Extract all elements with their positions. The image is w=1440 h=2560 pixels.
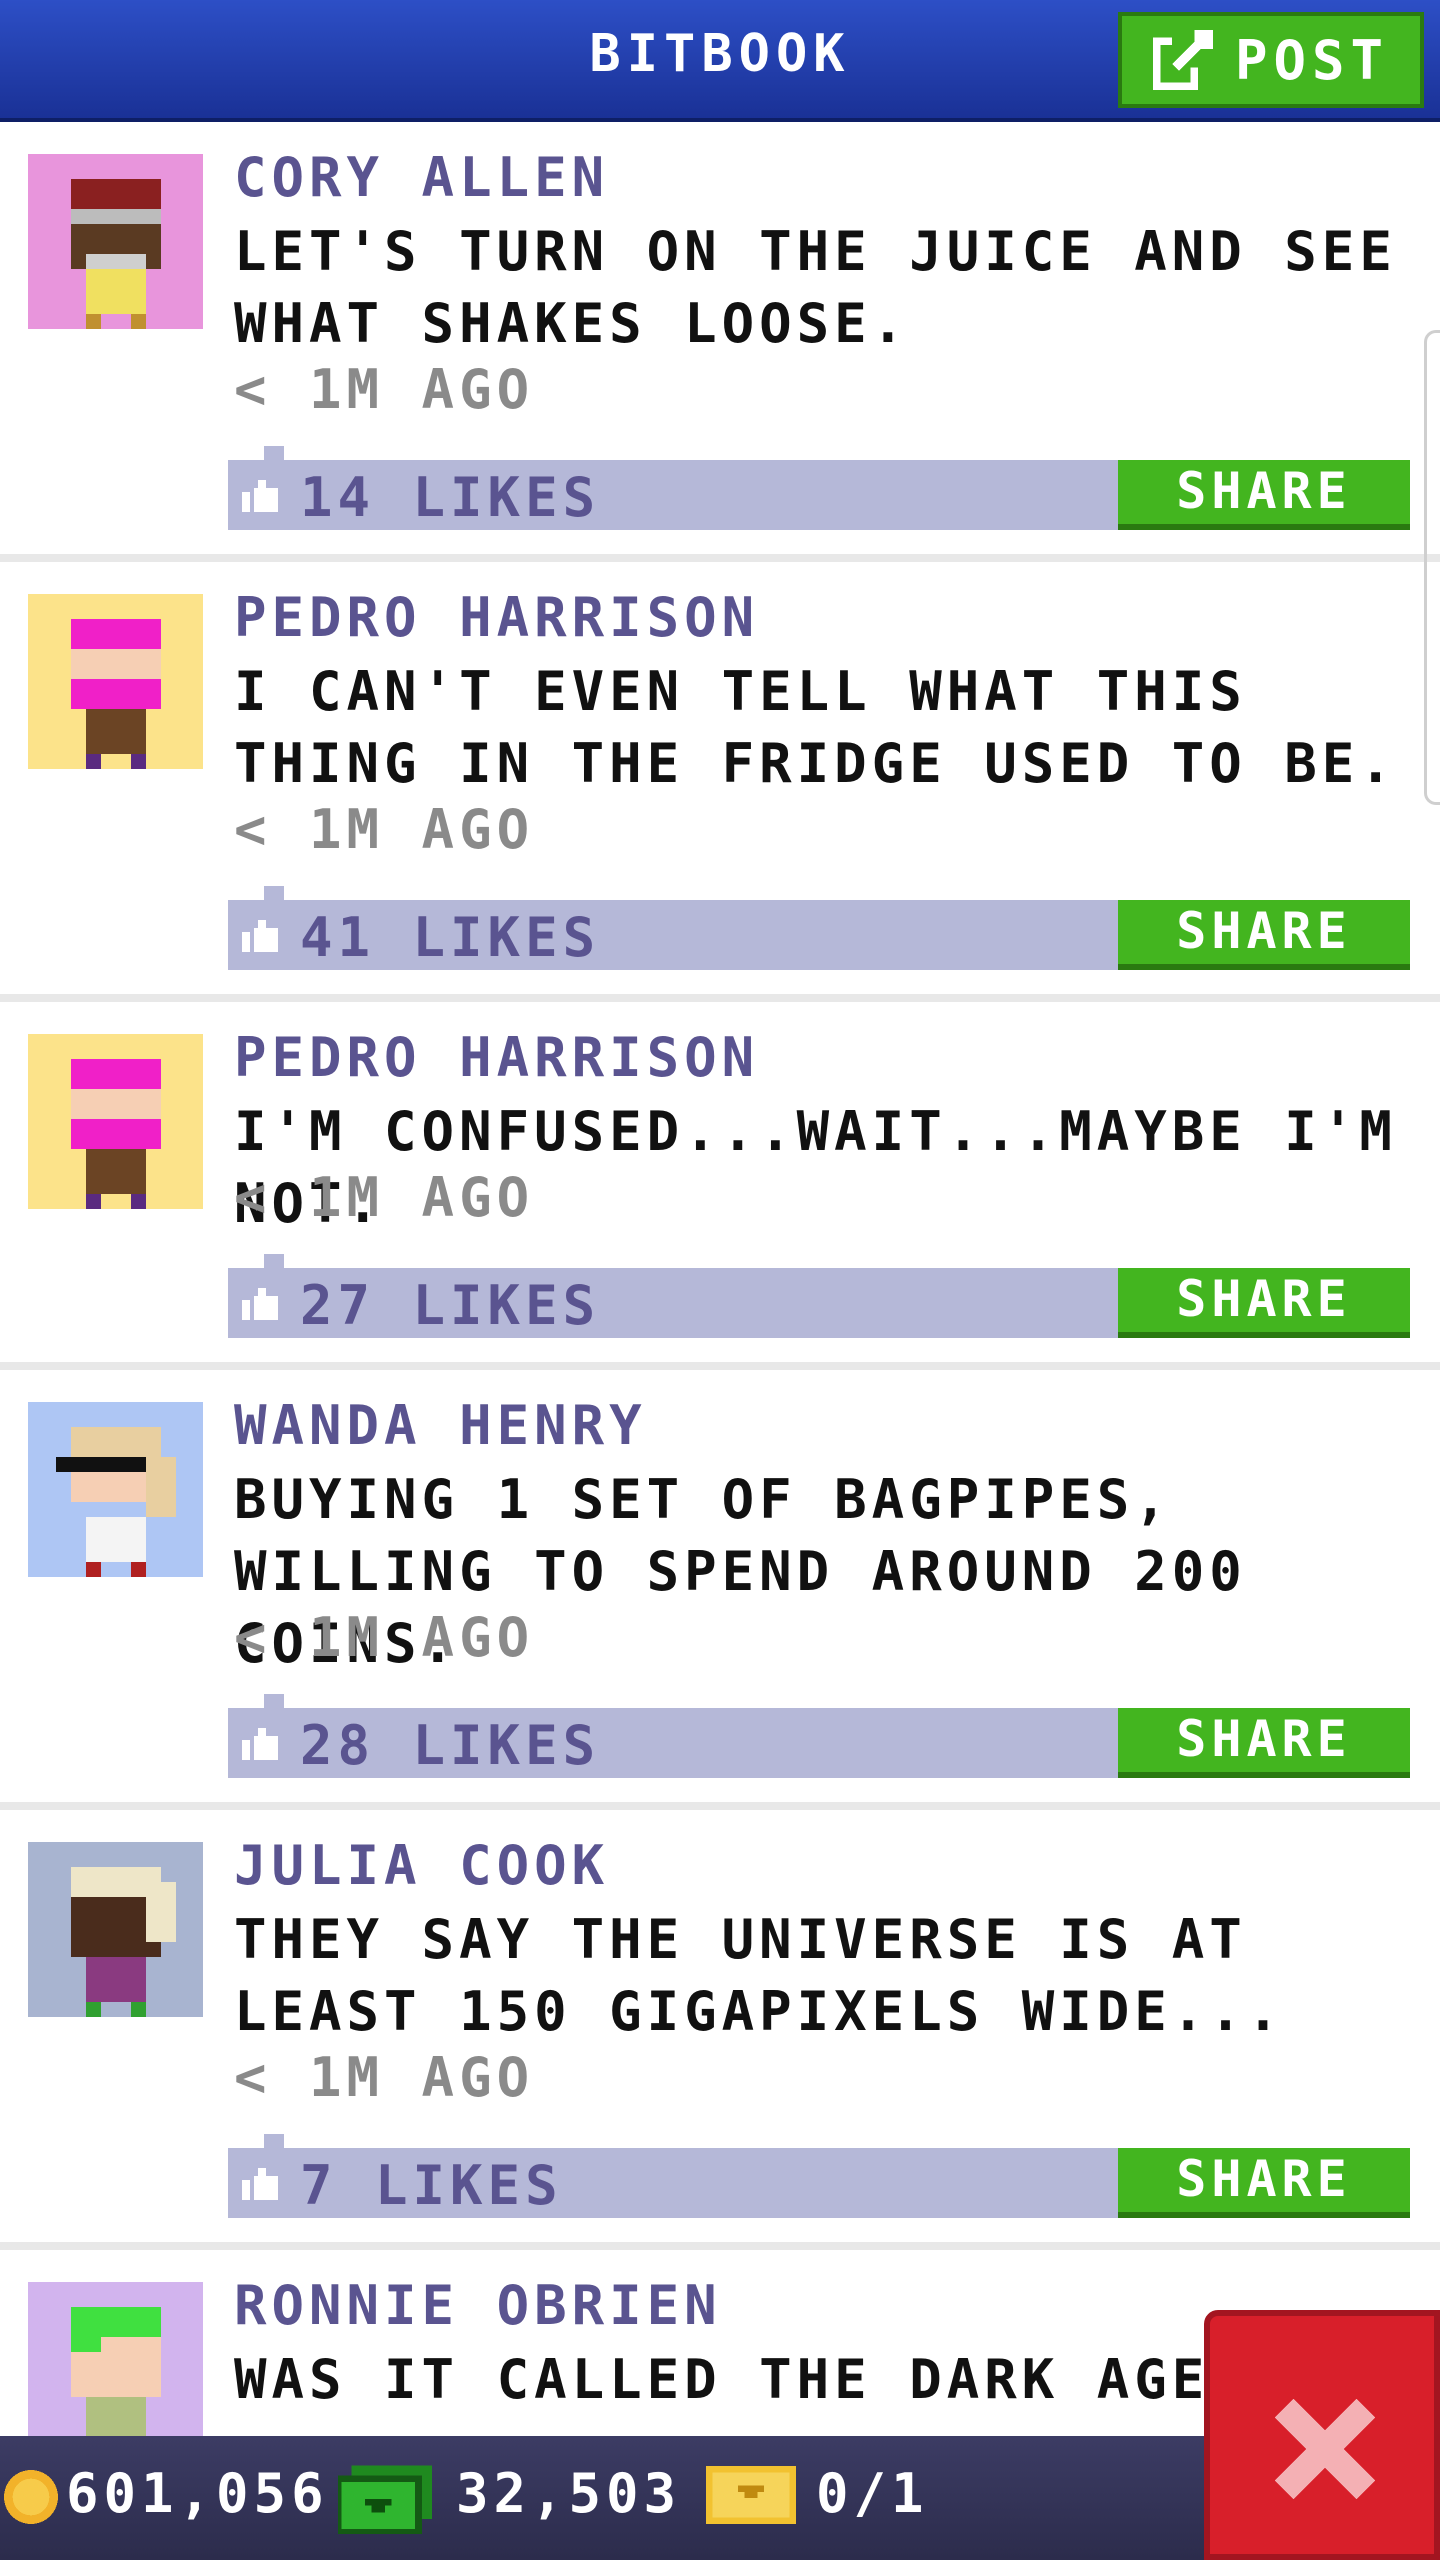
avatar <box>28 2282 203 2457</box>
post-message: THEY SAY THE UNIVERSE IS AT LEAST 150 GI… <box>234 1908 1285 2043</box>
post-author[interactable]: CORY ALLEN <box>234 146 609 209</box>
close-icon <box>1274 2398 1376 2500</box>
bux-icon <box>338 2465 432 2534</box>
like-bar-notch <box>264 886 284 900</box>
feed[interactable]: CORY ALLEN LET'S TURN ON THE JUICE AND S… <box>0 122 1440 2550</box>
likes-count: 28 LIKES <box>300 1714 601 1777</box>
post-author[interactable]: PEDRO HARRISON <box>234 586 759 649</box>
post-time: < 1M AGO <box>234 1166 535 1229</box>
feed-post: PEDRO HARRISON I'M CONFUSED...WAIT...MAY… <box>0 1002 1440 1370</box>
post-button[interactable]: POST <box>1118 12 1424 108</box>
compose-icon <box>1152 30 1213 90</box>
post-time: < 1M AGO <box>234 1606 535 1669</box>
ticket-icon <box>706 2466 796 2524</box>
thumbs-up-icon <box>242 1288 278 1320</box>
coin-icon <box>4 2470 58 2524</box>
post-author[interactable]: JULIA COOK <box>234 1834 609 1897</box>
avatar <box>28 594 203 769</box>
like-bar-notch <box>264 1694 284 1708</box>
thumbs-up-icon <box>242 2168 278 2200</box>
thumbs-up-icon <box>242 480 278 512</box>
share-button[interactable]: SHARE <box>1118 900 1410 970</box>
tickets-count: 0/1 <box>816 2462 929 2525</box>
avatar <box>28 1402 203 1577</box>
like-bar-notch <box>264 446 284 460</box>
likes-count: 14 LIKES <box>300 466 601 529</box>
app-header: BITBOOK POST <box>0 0 1440 122</box>
share-button[interactable]: SHARE <box>1118 2148 1410 2218</box>
avatar-julia-icon <box>70 1867 176 2017</box>
post-message: LET'S TURN ON THE JUICE AND SEE WHAT SHA… <box>234 220 1435 355</box>
share-button[interactable]: SHARE <box>1118 1268 1410 1338</box>
avatar-ronnie-icon <box>70 2307 161 2442</box>
post-author[interactable]: RONNIE OBRIEN <box>234 2274 722 2337</box>
coins-count: 601,056 <box>66 2462 329 2525</box>
thumbs-up-icon <box>242 1728 278 1760</box>
avatar-cory-icon <box>70 179 161 329</box>
feed-post: PEDRO HARRISON I CAN'T EVEN TELL WHAT TH… <box>0 562 1440 1002</box>
avatar <box>28 1842 203 2017</box>
post-author[interactable]: WANDA HENRY <box>234 1394 647 1457</box>
like-bar-notch <box>264 1254 284 1268</box>
likes-count: 7 LIKES <box>300 2154 563 2217</box>
likes-count: 27 LIKES <box>300 1274 601 1337</box>
likes-count: 41 LIKES <box>300 906 601 969</box>
feed-post: WANDA HENRY BUYING 1 SET OF BAGPIPES, WI… <box>0 1370 1440 1810</box>
post-time: < 1M AGO <box>234 2046 535 2109</box>
feed-post: JULIA COOK THEY SAY THE UNIVERSE IS AT L… <box>0 1810 1440 2250</box>
share-button[interactable]: SHARE <box>1118 460 1410 530</box>
avatar-wanda-icon <box>55 1427 176 1577</box>
close-button[interactable] <box>1204 2310 1440 2560</box>
post-time: < 1M AGO <box>234 798 535 861</box>
post-button-label: POST <box>1234 28 1390 92</box>
post-message: I CAN'T EVEN TELL WHAT THIS THING IN THE… <box>234 660 1397 795</box>
post-author[interactable]: PEDRO HARRISON <box>234 1026 759 1089</box>
scroll-indicator[interactable] <box>1424 330 1440 805</box>
avatar <box>28 154 203 329</box>
avatar-pedro-icon <box>70 1059 161 1209</box>
feed-post: CORY ALLEN LET'S TURN ON THE JUICE AND S… <box>0 122 1440 562</box>
post-time: < 1M AGO <box>234 358 535 421</box>
bux-count: 32,503 <box>456 2462 682 2525</box>
share-button[interactable]: SHARE <box>1118 1708 1410 1778</box>
thumbs-up-icon <box>242 920 278 952</box>
like-bar-notch <box>264 2134 284 2148</box>
avatar <box>28 1034 203 1209</box>
avatar-pedro-icon <box>70 619 161 769</box>
